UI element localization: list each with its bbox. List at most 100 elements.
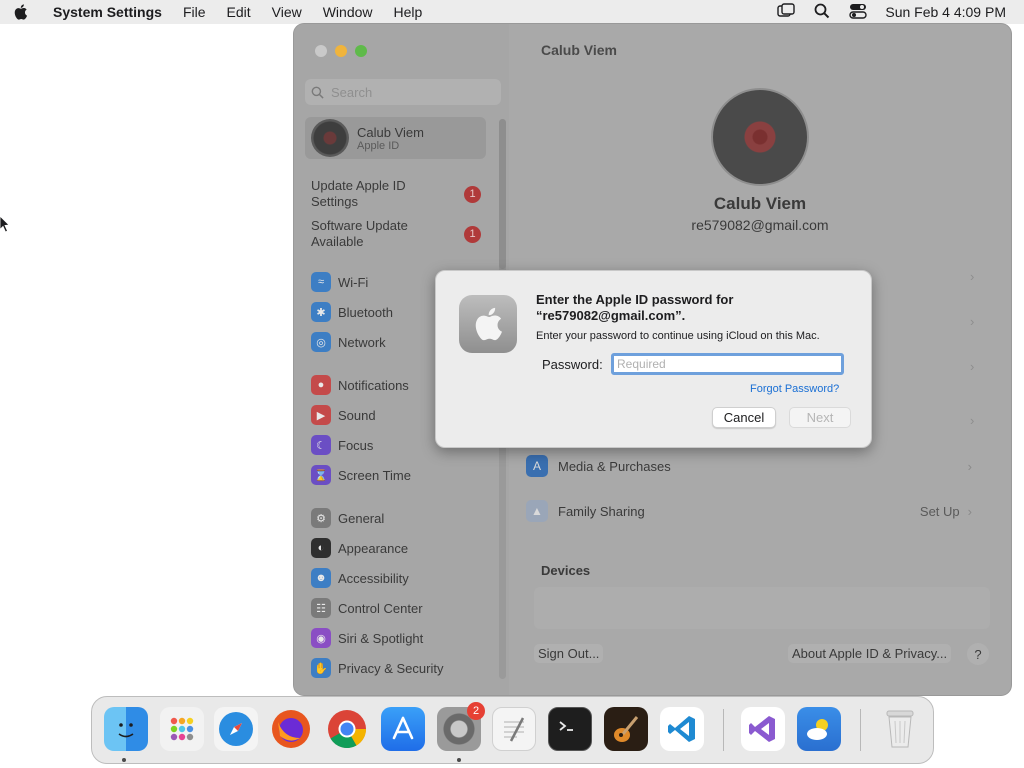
sidebar-item-label: Bluetooth bbox=[338, 304, 393, 320]
sidebar-item-accessibility[interactable]: ☻ Accessibility bbox=[311, 567, 409, 589]
speaker-icon: ▶ bbox=[311, 405, 331, 425]
sidebar-item-general[interactable]: ⚙ General bbox=[311, 507, 384, 529]
visual-studio-icon[interactable] bbox=[741, 707, 785, 751]
control-center-icon[interactable] bbox=[849, 3, 868, 22]
bluetooth-icon: ✱ bbox=[311, 302, 331, 322]
control-center-icon: ☷ bbox=[311, 598, 331, 618]
sidebar-item-network[interactable]: ◎ Network bbox=[311, 331, 386, 353]
sidebar-item-appearance[interactable]: ◐ Appearance bbox=[311, 537, 408, 559]
scrollbar-thumb[interactable] bbox=[499, 119, 506, 269]
chevron-right-icon: › bbox=[967, 503, 972, 519]
sidebar-update-apple-id-settings[interactable]: Update Apple ID Settings 1 bbox=[311, 178, 481, 210]
trash-icon[interactable] bbox=[878, 707, 922, 751]
family-icon: ▲ bbox=[526, 500, 548, 522]
account-subtitle: Apple ID bbox=[357, 139, 400, 152]
media-purchases-row[interactable]: A Media & Purchases › bbox=[526, 444, 986, 488]
password-input[interactable] bbox=[611, 353, 844, 375]
profile-avatar[interactable] bbox=[711, 88, 809, 186]
forgot-password-link[interactable]: Forgot Password? bbox=[750, 383, 839, 395]
app-name-menu[interactable]: System Settings bbox=[53, 4, 162, 20]
family-sharing-row[interactable]: ▲ Family Sharing Set Up › bbox=[526, 489, 986, 533]
sidebar-item-label: Privacy & Security bbox=[338, 660, 444, 676]
sidebar-apple-id-account[interactable]: Calub Viem Apple ID bbox=[305, 117, 486, 159]
devices-list bbox=[534, 587, 990, 629]
cancel-button[interactable]: Cancel bbox=[712, 407, 776, 428]
moon-icon: ☾ bbox=[311, 435, 331, 455]
accessibility-icon: ☻ bbox=[311, 568, 331, 588]
chrome-icon[interactable] bbox=[325, 707, 369, 751]
alert-label: Software Update Available bbox=[311, 218, 408, 249]
sidebar-item-bluetooth[interactable]: ✱ Bluetooth bbox=[311, 301, 393, 323]
row-label: Media & Purchases bbox=[558, 458, 671, 474]
sidebar-item-notifications[interactable]: ● Notifications bbox=[311, 374, 409, 396]
sidebar-item-label: General bbox=[338, 510, 385, 526]
sidebar-item-label: Sound bbox=[338, 407, 376, 423]
about-apple-id-privacy-button[interactable]: About Apple ID & Privacy... bbox=[788, 644, 952, 663]
sidebar-item-label: Network bbox=[338, 334, 386, 350]
app-store-icon[interactable] bbox=[381, 707, 425, 751]
screen-mirroring-icon[interactable] bbox=[777, 2, 796, 22]
sidebar-item-focus[interactable]: ☾ Focus bbox=[311, 434, 373, 456]
zoom-window-button[interactable] bbox=[355, 45, 367, 57]
sidebar-item-control-center[interactable]: ☷ Control Center bbox=[311, 597, 423, 619]
menubar-clock[interactable]: Sun Feb 4 4:09 PM bbox=[885, 4, 1006, 20]
sidebar-item-label: Accessibility bbox=[338, 570, 409, 586]
menu-help[interactable]: Help bbox=[394, 4, 423, 20]
garageband-icon[interactable] bbox=[604, 707, 648, 751]
account-name: Calub Viem bbox=[357, 124, 424, 140]
dialog-message: Enter your password to continue using iC… bbox=[536, 330, 820, 342]
dock-separator bbox=[860, 709, 861, 751]
launchpad-icon[interactable] bbox=[160, 707, 204, 751]
bell-icon: ● bbox=[311, 375, 331, 395]
running-indicator bbox=[122, 758, 126, 762]
spotlight-search-icon[interactable] bbox=[813, 3, 831, 22]
menu-view[interactable]: View bbox=[272, 4, 302, 20]
sidebar-item-label: Appearance bbox=[338, 540, 409, 556]
system-settings-icon[interactable]: 2 bbox=[437, 702, 485, 751]
apple-id-password-dialog: Enter the Apple ID password for “re57908… bbox=[435, 270, 872, 448]
sidebar-item-sound[interactable]: ▶ Sound bbox=[311, 404, 376, 426]
siri-icon: ◉ bbox=[311, 628, 331, 648]
sidebar-item-wifi[interactable]: ≈ Wi-Fi bbox=[311, 271, 368, 293]
help-button[interactable]: ? bbox=[967, 643, 989, 665]
sign-out-button[interactable]: Sign Out... bbox=[534, 644, 604, 663]
close-window-button[interactable] bbox=[315, 45, 327, 57]
sidebar-item-siri-spotlight[interactable]: ◉ Siri & Spotlight bbox=[311, 627, 423, 649]
sidebar-item-label: Focus bbox=[338, 437, 374, 453]
profile-email: re579082@gmail.com bbox=[691, 217, 829, 233]
safari-icon[interactable] bbox=[214, 707, 258, 751]
apple-menu-icon[interactable] bbox=[0, 4, 40, 20]
account-avatar bbox=[311, 119, 349, 157]
sidebar-item-label: Notifications bbox=[338, 377, 409, 393]
sidebar-item-screen-time[interactable]: ⌛ Screen Time bbox=[311, 464, 411, 486]
chevron-right-icon: › bbox=[967, 458, 972, 474]
sidebar-item-privacy-security[interactable]: ✋ Privacy & Security bbox=[311, 657, 443, 679]
finder-icon[interactable] bbox=[104, 707, 148, 751]
profile-name: Calub Viem bbox=[713, 194, 807, 213]
hand-icon: ✋ bbox=[311, 658, 331, 678]
next-button[interactable]: Next bbox=[789, 407, 851, 428]
app-store-icon: A bbox=[526, 455, 548, 477]
weather-icon[interactable] bbox=[797, 707, 841, 751]
sidebar-item-label: Wi-Fi bbox=[338, 274, 369, 290]
detail-title: Calub Viem bbox=[541, 42, 617, 58]
notification-badge: 1 bbox=[464, 225, 481, 243]
textedit-icon[interactable] bbox=[492, 707, 536, 751]
window-controls bbox=[315, 45, 367, 57]
sidebar-search-field[interactable]: Search bbox=[305, 79, 501, 105]
password-label: Password: bbox=[542, 357, 603, 372]
vscode-icon[interactable] bbox=[660, 707, 704, 751]
firefox-icon[interactable] bbox=[269, 707, 313, 751]
terminal-icon[interactable] bbox=[548, 707, 592, 751]
chevron-right-icon: › bbox=[970, 314, 975, 329]
chevron-right-icon: › bbox=[970, 269, 975, 284]
menu-window[interactable]: Window bbox=[323, 4, 373, 20]
sidebar-software-update-available[interactable]: Software Update Available 1 bbox=[311, 218, 481, 250]
notification-badge: 1 bbox=[464, 185, 481, 203]
menu-bar: System Settings File Edit View Window He… bbox=[0, 0, 1024, 24]
sidebar-item-label: Siri & Spotlight bbox=[338, 630, 424, 646]
menu-file[interactable]: File bbox=[183, 4, 206, 20]
sidebar-item-label: Control Center bbox=[338, 600, 423, 616]
minimize-window-button[interactable] bbox=[335, 45, 347, 57]
menu-edit[interactable]: Edit bbox=[227, 4, 251, 20]
